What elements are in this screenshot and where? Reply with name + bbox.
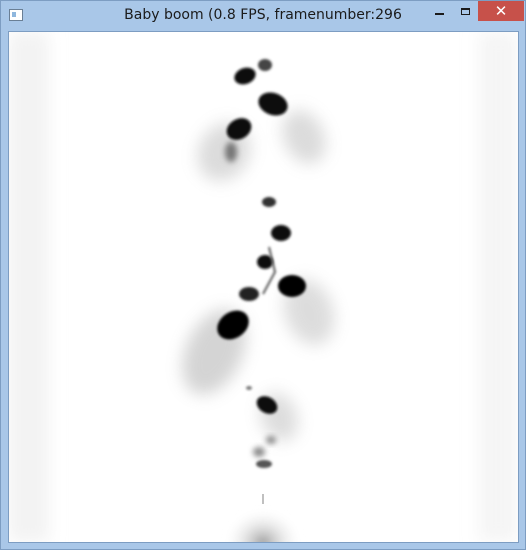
maximize-button[interactable] bbox=[452, 1, 478, 21]
simulation-viewport bbox=[8, 31, 519, 543]
minimize-icon bbox=[434, 13, 444, 15]
bottom-source-glow bbox=[223, 507, 303, 542]
app-window: Baby boom (0.8 FPS, framenumber:296 ✕ bbox=[0, 0, 526, 550]
minimize-button[interactable] bbox=[426, 1, 452, 21]
droplet bbox=[234, 67, 256, 85]
droplet bbox=[258, 59, 272, 71]
droplet bbox=[271, 225, 291, 241]
lower-cluster bbox=[246, 386, 298, 504]
upper-cluster bbox=[197, 59, 326, 181]
droplet bbox=[239, 287, 259, 301]
droplet bbox=[278, 275, 306, 297]
close-button[interactable]: ✕ bbox=[478, 1, 524, 21]
close-icon: ✕ bbox=[494, 2, 508, 20]
middle-cluster bbox=[182, 197, 335, 395]
droplet bbox=[258, 92, 288, 116]
maximize-icon bbox=[460, 7, 470, 15]
simulation-canvas bbox=[9, 32, 518, 542]
right-edge-shade bbox=[479, 32, 518, 542]
title-bar[interactable]: Baby boom (0.8 FPS, framenumber:296 ✕ bbox=[1, 1, 525, 31]
droplet bbox=[262, 197, 276, 207]
left-edge-shade bbox=[9, 32, 49, 542]
